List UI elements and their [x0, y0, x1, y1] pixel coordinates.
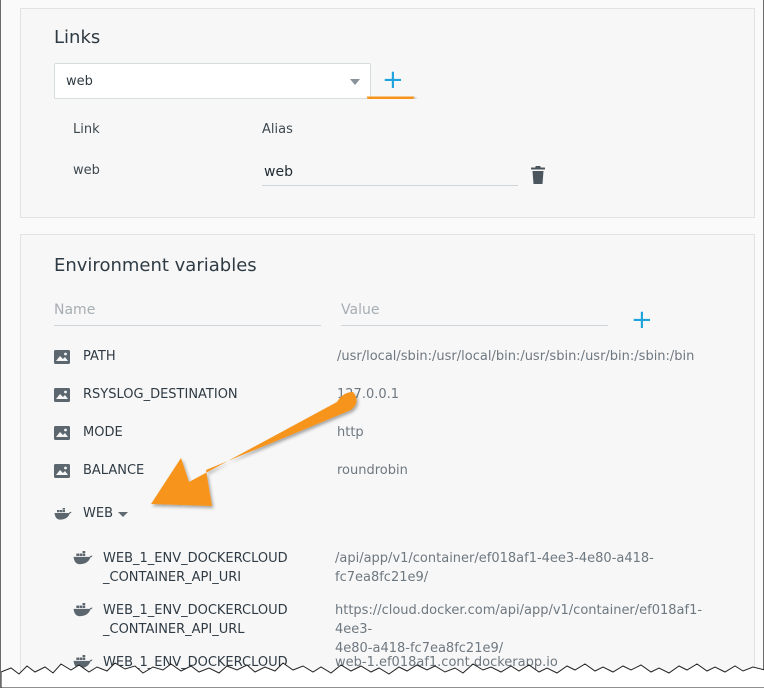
column-header-alias: Alias [262, 122, 293, 137]
alias-input-value: web [264, 164, 293, 180]
env-name: BALANCE [83, 463, 145, 478]
linked-env-name: WEB_1_ENV_DOCKERCLOUD _CONTAINER_API_URL [103, 601, 323, 639]
trash-icon[interactable] [531, 166, 545, 184]
image-icon [54, 388, 70, 402]
env-name: RSYSLOG_DESTINATION [83, 387, 238, 402]
linked-env-name: WEB_1_ENV_DOCKERCLOUD _CONTAINER_API_URI [103, 549, 323, 587]
env-name-input[interactable]: Name [54, 298, 321, 326]
linked-env-value-line1: /api/app/v1/container/ef018af1-4ee3-4e80… [335, 551, 654, 585]
image-icon [54, 350, 70, 364]
link-name: web [73, 163, 100, 178]
env-row: BALANCE roundrobin [54, 463, 744, 485]
linked-env-value: /api/app/v1/container/ef018af1-4ee3-4e80… [335, 549, 735, 587]
link-service-select[interactable]: web [54, 63, 371, 99]
image-icon [54, 464, 70, 478]
env-value-input[interactable]: Value [341, 298, 608, 326]
linked-service-name: WEB [83, 506, 113, 521]
env-value-placeholder: Value [341, 302, 380, 318]
env-name: MODE [83, 425, 123, 440]
env-value: /usr/local/sbin:/usr/local/bin:/usr/sbin… [337, 349, 695, 364]
docker-whale-icon [73, 603, 93, 617]
docker-whale-icon [54, 508, 72, 520]
linked-env-value-line1: https://cloud.docker.com/api/app/v1/cont… [335, 603, 703, 637]
chevron-down-icon[interactable] [350, 79, 360, 85]
select-value: web [66, 74, 93, 89]
image-icon [54, 426, 70, 440]
env-value: http [337, 425, 364, 440]
linked-env-name-line2: _CONTAINER_API_URL [103, 622, 245, 637]
add-link-button[interactable]: + [382, 67, 404, 93]
linked-env-name-line1: WEB_1_ENV_DOCKERCLOUD [103, 551, 288, 566]
env-value: 127.0.0.1 [337, 387, 400, 402]
add-env-variable-button[interactable]: + [631, 307, 653, 333]
linked-env-name-line2: _CONTAINER_API_URI [103, 570, 242, 585]
docker-whale-icon [73, 551, 93, 565]
linked-env-name-line1: WEB_1_ENV_DOCKERCLOUD [103, 603, 288, 618]
env-name: PATH [83, 349, 116, 364]
links-panel: Links web + Link Alias web web [20, 8, 755, 218]
env-name-placeholder: Name [54, 302, 96, 318]
links-title: Links [54, 27, 101, 48]
alias-input[interactable]: web [262, 159, 518, 186]
env-row: MODE http [54, 425, 744, 447]
env-row: PATH /usr/local/sbin:/usr/local/bin:/usr… [54, 349, 744, 371]
environment-variables-title: Environment variables [54, 255, 257, 276]
linked-service-toggle-web[interactable]: WEB [54, 506, 174, 528]
column-header-link: Link [73, 122, 100, 137]
app-frame: Links web + Link Alias web web Environme… [0, 0, 764, 688]
torn-edge [1, 662, 764, 688]
chevron-down-icon[interactable] [118, 512, 128, 517]
environment-variables-panel: Environment variables Name Value + PATH … [20, 234, 755, 688]
env-row: RSYSLOG_DESTINATION 127.0.0.1 [54, 387, 744, 409]
env-value: roundrobin [337, 463, 408, 478]
